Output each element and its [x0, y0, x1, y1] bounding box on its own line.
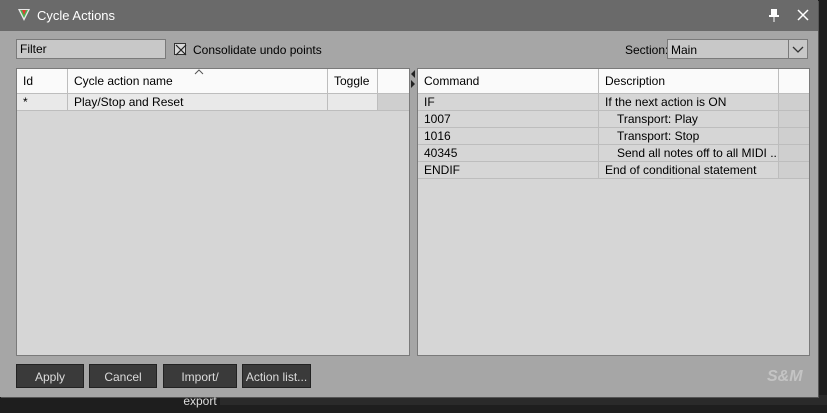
pin-icon[interactable]	[762, 4, 786, 26]
cell-filler	[779, 145, 809, 162]
cell-command: 1016	[418, 128, 599, 145]
cell-filler	[779, 128, 809, 145]
cell-description: Transport: Stop	[599, 128, 779, 145]
cell-filler	[779, 162, 809, 179]
cell-description: Send all notes off to all MIDI ...	[599, 145, 779, 162]
app-icon	[16, 7, 32, 23]
close-icon[interactable]	[791, 4, 815, 26]
column-header-id[interactable]: Id	[17, 69, 68, 94]
column-header-cycle-action-name[interactable]: Cycle action name	[68, 69, 328, 94]
window-title: Cycle Actions	[37, 8, 116, 23]
cell-description: End of conditional statement	[599, 162, 779, 179]
action-list-button[interactable]: Action list...	[242, 364, 311, 388]
title-bar: Cycle Actions	[0, 0, 818, 31]
column-header-label: Cycle action name	[74, 74, 173, 88]
section-label: Section:	[625, 43, 669, 57]
commands-list[interactable]: Command Description IF If the next actio…	[417, 68, 810, 356]
column-header-toggle[interactable]: Toggle	[328, 69, 378, 94]
cycle-actions-window: Cycle Actions Filter Consolidate undo po…	[0, 0, 818, 408]
cell-filler	[779, 111, 809, 128]
panel-splitter[interactable]	[410, 68, 416, 90]
column-header-filler	[378, 69, 409, 94]
consolidate-undo-label: Consolidate undo points	[193, 43, 322, 57]
column-header-filler	[779, 69, 809, 94]
cycle-actions-list[interactable]: Id Cycle action name Toggle * Play/Stop …	[16, 68, 410, 356]
sws-logo: S&M	[767, 368, 803, 385]
consolidate-undo-checkbox[interactable]	[174, 43, 187, 56]
cancel-button[interactable]: Cancel	[89, 364, 157, 388]
column-header-command[interactable]: Command	[418, 69, 599, 94]
sort-ascending-icon	[194, 69, 204, 75]
import-export-button[interactable]: Import/ export	[163, 364, 237, 408]
chevron-down-icon[interactable]	[788, 40, 807, 58]
cell-command: ENDIF	[418, 162, 599, 179]
cell-command: IF	[418, 94, 599, 111]
cell-filler	[779, 94, 809, 111]
cell-filler	[378, 94, 409, 111]
cell-cycle-action-name: Play/Stop and Reset	[68, 94, 328, 111]
cell-command: 40345	[418, 145, 599, 162]
cell-id: *	[17, 94, 68, 111]
cell-description: If the next action is ON	[599, 94, 779, 111]
section-value: Main	[671, 43, 698, 57]
column-header-description[interactable]: Description	[599, 69, 779, 94]
filter-input[interactable]: Filter	[16, 39, 166, 59]
apply-button[interactable]: Apply	[16, 364, 84, 388]
cell-description: Transport: Play	[599, 111, 779, 128]
cell-command: 1007	[418, 111, 599, 128]
cell-toggle	[328, 94, 378, 111]
section-select[interactable]: Main	[667, 39, 808, 59]
